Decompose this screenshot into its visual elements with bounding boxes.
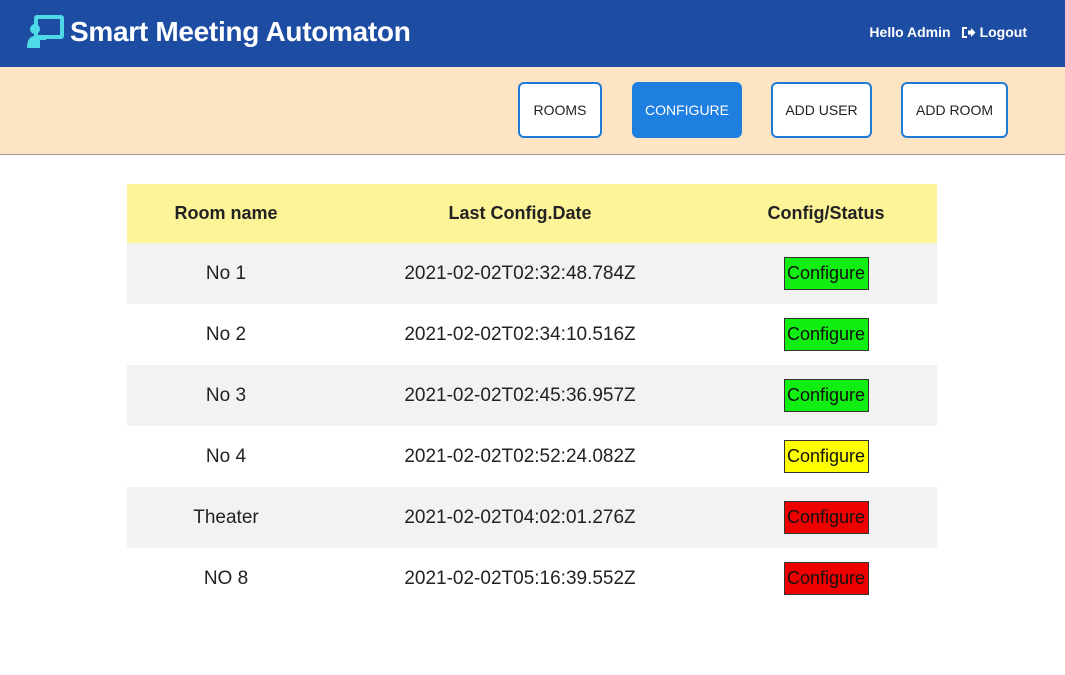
room-name-cell: No 2 [127,304,325,365]
configure-status-button[interactable]: Configure [783,318,869,351]
configure-status-button[interactable]: Configure [783,501,869,534]
table-row: No 1 2021-02-02T02:32:48.784Z Configure [127,243,937,304]
app-header: Smart Meeting Automaton Hello Admin Logo… [0,0,1065,67]
add-user-button[interactable]: ADD USER [771,82,872,138]
logout-link[interactable]: Logout [961,24,1027,40]
presentation-icon [27,15,64,48]
configure-status-button[interactable]: Configure [783,379,869,412]
table-row: No 3 2021-02-02T02:45:36.957Z Configure [127,365,937,426]
nav-bar: ROOMS CONFIGURE ADD USER ADD ROOM [0,67,1065,155]
config-date-cell: 2021-02-02T02:34:10.516Z [325,304,715,365]
table-header-row: Room name Last Config.Date Config/Status [127,184,937,243]
app-title: Smart Meeting Automaton [70,16,411,47]
rooms-table-container: Room name Last Config.Date Config/Status… [127,184,937,609]
config-date-cell: 2021-02-02T04:02:01.276Z [325,487,715,548]
column-header-last-config-date: Last Config.Date [325,184,715,243]
sign-out-icon [961,26,976,38]
configure-status-button[interactable]: Configure [783,562,869,595]
config-date-cell: 2021-02-02T02:52:24.082Z [325,426,715,487]
add-room-button[interactable]: ADD ROOM [901,82,1008,138]
status-cell: Configure [715,426,937,487]
configure-button[interactable]: CONFIGURE [632,82,742,138]
configure-status-button[interactable]: Configure [783,257,869,290]
config-date-cell: 2021-02-02T02:32:48.784Z [325,243,715,304]
table-row: NO 8 2021-02-02T05:16:39.552Z Configure [127,548,937,609]
table-row: Theater 2021-02-02T04:02:01.276Z Configu… [127,487,937,548]
column-header-config-status: Config/Status [715,184,937,243]
room-name-cell: NO 8 [127,548,325,609]
rooms-button[interactable]: ROOMS [518,82,602,138]
table-row: No 2 2021-02-02T02:34:10.516Z Configure [127,304,937,365]
room-name-cell: Theater [127,487,325,548]
brand: Smart Meeting Automaton [26,14,411,50]
room-name-cell: No 3 [127,365,325,426]
status-cell: Configure [715,304,937,365]
status-cell: Configure [715,487,937,548]
greeting-text: Hello Admin [869,24,951,40]
status-cell: Configure [715,243,937,304]
table-row: No 4 2021-02-02T02:52:24.082Z Configure [127,426,937,487]
column-header-room-name: Room name [127,184,325,243]
user-area: Hello Admin Logout [869,24,1027,40]
rooms-config-table: Room name Last Config.Date Config/Status… [127,184,937,609]
status-cell: Configure [715,365,937,426]
configure-status-button[interactable]: Configure [783,440,869,473]
room-name-cell: No 4 [127,426,325,487]
config-date-cell: 2021-02-02T05:16:39.552Z [325,548,715,609]
config-date-cell: 2021-02-02T02:45:36.957Z [325,365,715,426]
room-name-cell: No 1 [127,243,325,304]
logout-label[interactable]: Logout [980,24,1027,40]
status-cell: Configure [715,548,937,609]
